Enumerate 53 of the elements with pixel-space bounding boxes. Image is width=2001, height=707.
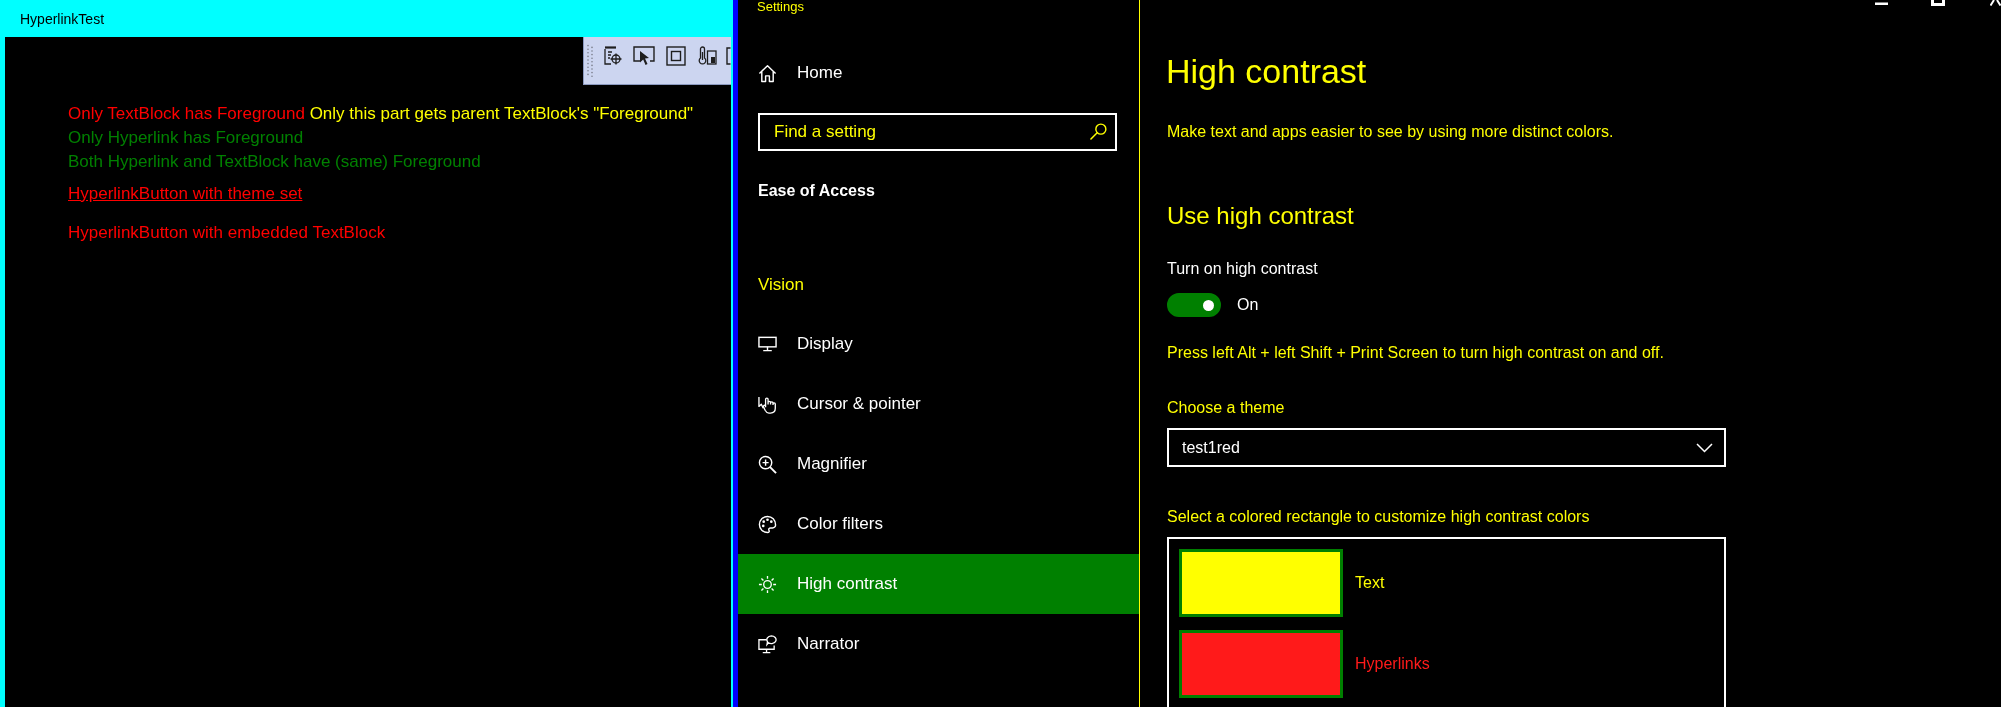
toggle-state: On <box>1237 295 1259 315</box>
maximize-button[interactable] <box>1931 0 1945 6</box>
page-description: Make text and apps easier to see by using more distinct colors. <box>1167 122 1614 142</box>
nav-item[interactable]: Narrator <box>738 614 1139 674</box>
nav-item[interactable]: Magnifier <box>738 434 1139 494</box>
zoom-in-icon <box>758 454 777 474</box>
hyperlink-button[interactable]: HyperlinkButton with theme set <box>68 184 303 203</box>
theme-label: Choose a theme <box>1167 398 1285 418</box>
home-icon <box>758 63 777 83</box>
group-label: Vision <box>758 274 804 296</box>
sun-icon <box>758 574 777 594</box>
window-title: HyperlinkTest <box>20 10 105 27</box>
close-button[interactable] <box>1990 0 2001 6</box>
nav-item[interactable]: Display <box>738 314 1139 374</box>
colors-label: Select a colored rectangle to customize high contrast colors <box>1167 507 1590 527</box>
home-link[interactable]: Home <box>738 53 851 93</box>
page-heading: High contrast <box>1166 51 1367 92</box>
nav-item[interactable]: Color filters <box>738 494 1139 554</box>
chevron-down-icon <box>1696 442 1713 453</box>
color-label: Hyperlinks <box>1355 654 1430 674</box>
theme-dropdown[interactable]: test1red <box>1167 428 1726 467</box>
color-label: Text <box>1355 573 1385 593</box>
window-title: Settings <box>757 0 804 14</box>
minimize-button[interactable] <box>1875 0 1888 5</box>
sample-text: Only this part gets parent TextBlock's "Foreground" <box>309 104 694 123</box>
search-icon[interactable] <box>1090 123 1107 140</box>
nav-item[interactable]: High contrast <box>738 554 1139 614</box>
monitor-speech-icon <box>758 634 777 654</box>
palette-icon <box>758 514 777 534</box>
hyperlink-button[interactable]: HyperlinkButton with embedded TextBlock <box>68 223 386 242</box>
color-swatch[interactable] <box>1179 630 1343 698</box>
section-heading: Use high contrast <box>1167 201 1354 231</box>
monitor-icon <box>758 336 777 352</box>
bracket-icon[interactable] <box>726 46 731 66</box>
thermometer-icon[interactable] <box>697 46 717 66</box>
section-title: Ease of Access <box>758 181 875 201</box>
shortcut-hint: Press left Alt + left Shift + Print Screen to turn high contrast on and off. <box>1167 343 1664 363</box>
list-target-icon[interactable] <box>604 46 622 66</box>
minimize-icon <box>1875 0 1888 5</box>
toggle-label: Turn on high contrast <box>1167 259 1318 279</box>
nested-square-icon[interactable] <box>666 46 686 66</box>
color-swatch[interactable] <box>1179 549 1343 617</box>
pointer-select-icon[interactable] <box>633 46 655 66</box>
sample-text: Both Hyperlink and TextBlock have (same) Foreground <box>68 152 481 171</box>
grip-handle-icon[interactable] <box>587 44 593 78</box>
maximize-icon <box>1931 0 1945 6</box>
close-icon <box>1990 0 2001 6</box>
search-field[interactable]: Find a setting <box>758 113 1117 151</box>
toggle-switch[interactable] <box>1167 293 1221 317</box>
sample-text: Only TextBlock has Foreground <box>68 104 305 123</box>
hand-pointer-icon <box>758 394 777 414</box>
sample-text: Only Hyperlink has Foreground <box>68 128 304 147</box>
nav-item[interactable]: Cursor & pointer <box>738 374 1139 434</box>
